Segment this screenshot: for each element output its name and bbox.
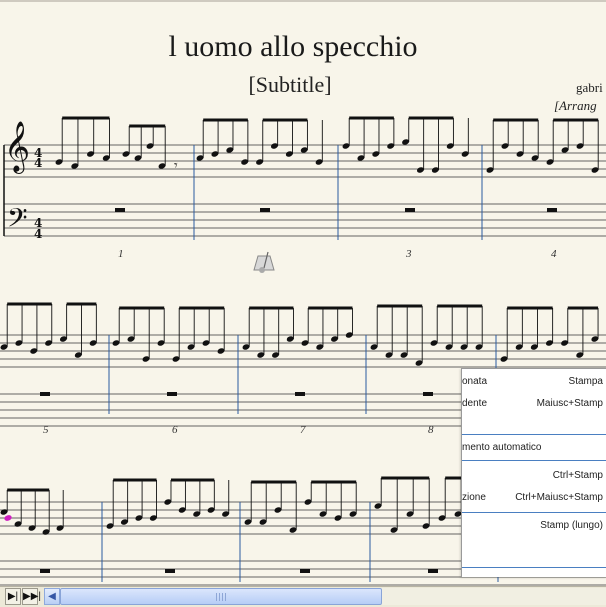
context-menu: onata Stampa dente Maiusc+Stamp mento au…: [461, 368, 606, 577]
last-page-icon: ▶▶|: [23, 591, 41, 602]
whole-rest: [547, 208, 557, 212]
menu-separator: [462, 434, 606, 435]
measure-number-4: 4: [551, 248, 557, 260]
menu-item-print-previous[interactable]: dente Maiusc+Stamp: [462, 394, 606, 414]
whole-rest: [260, 208, 270, 212]
scroll-thumb[interactable]: [60, 588, 382, 605]
metronome-icon[interactable]: [253, 251, 275, 273]
menu-item-ctrl-print[interactable]: Ctrl+Stamp: [462, 466, 606, 486]
first-page-icon: ▶|: [7, 591, 19, 602]
horizontal-scrollbar[interactable]: ▶| ▶▶| ◀: [0, 586, 606, 607]
whole-rest: [300, 569, 310, 573]
measure-number-6: 6: [172, 424, 178, 436]
measure-number-7: 7: [300, 424, 306, 436]
eighth-rest-icon: 𝄾: [174, 158, 178, 174]
menu-item-selection[interactable]: zione Ctrl+Maiusc+Stamp: [462, 488, 606, 508]
whole-rest: [405, 208, 415, 212]
menu-item-long-print[interactable]: Stamp (lungo): [462, 516, 606, 536]
menu-item-shortcut: Ctrl+Maiusc+Stamp: [515, 492, 603, 503]
treble-clef-icon: 𝄞: [4, 121, 30, 174]
menu-item-label: mento automatico: [462, 442, 542, 453]
chevron-left-icon: ◀: [48, 591, 56, 602]
measure-number-1: 1: [118, 248, 124, 260]
first-page-button[interactable]: ▶|: [5, 588, 21, 605]
menu-item-shortcut: Ctrl+Stamp: [552, 470, 603, 481]
menu-item-label: zione: [462, 492, 486, 503]
whole-rest: [165, 569, 175, 573]
whole-rest: [428, 569, 438, 573]
bass-time-signature-bottom: 4: [34, 227, 42, 241]
menu-item-automatic[interactable]: mento automatico: [462, 438, 606, 458]
whole-rest: [40, 569, 50, 573]
menu-separator: [462, 460, 606, 461]
menu-separator: [462, 567, 606, 568]
whole-rest: [423, 392, 433, 396]
selected-note: [4, 515, 12, 521]
time-signature-bottom: 4: [34, 156, 42, 170]
whole-rest: [167, 392, 177, 396]
last-page-button[interactable]: ▶▶|: [22, 588, 41, 605]
menu-item-label: onata: [462, 376, 488, 387]
menu-item-label: dente: [462, 398, 488, 409]
menu-item-print[interactable]: onata Stampa: [462, 372, 606, 392]
measure-number-3: 3: [406, 248, 412, 260]
bass-clef-icon: 𝄢: [7, 202, 28, 240]
menu-item-shortcut: Stamp (lungo): [540, 520, 603, 531]
whole-rest: [295, 392, 305, 396]
whole-rest: [115, 208, 125, 212]
measure-number-8: 8: [428, 424, 434, 436]
menu-separator: [462, 512, 606, 513]
menu-item-shortcut: Stampa: [568, 376, 603, 387]
measure-number-5: 5: [43, 424, 49, 436]
grip-icon: [216, 593, 228, 601]
scroll-left-button[interactable]: ◀: [44, 588, 60, 605]
menu-item-shortcut: Maiusc+Stamp: [536, 398, 603, 409]
whole-rest: [40, 392, 50, 396]
